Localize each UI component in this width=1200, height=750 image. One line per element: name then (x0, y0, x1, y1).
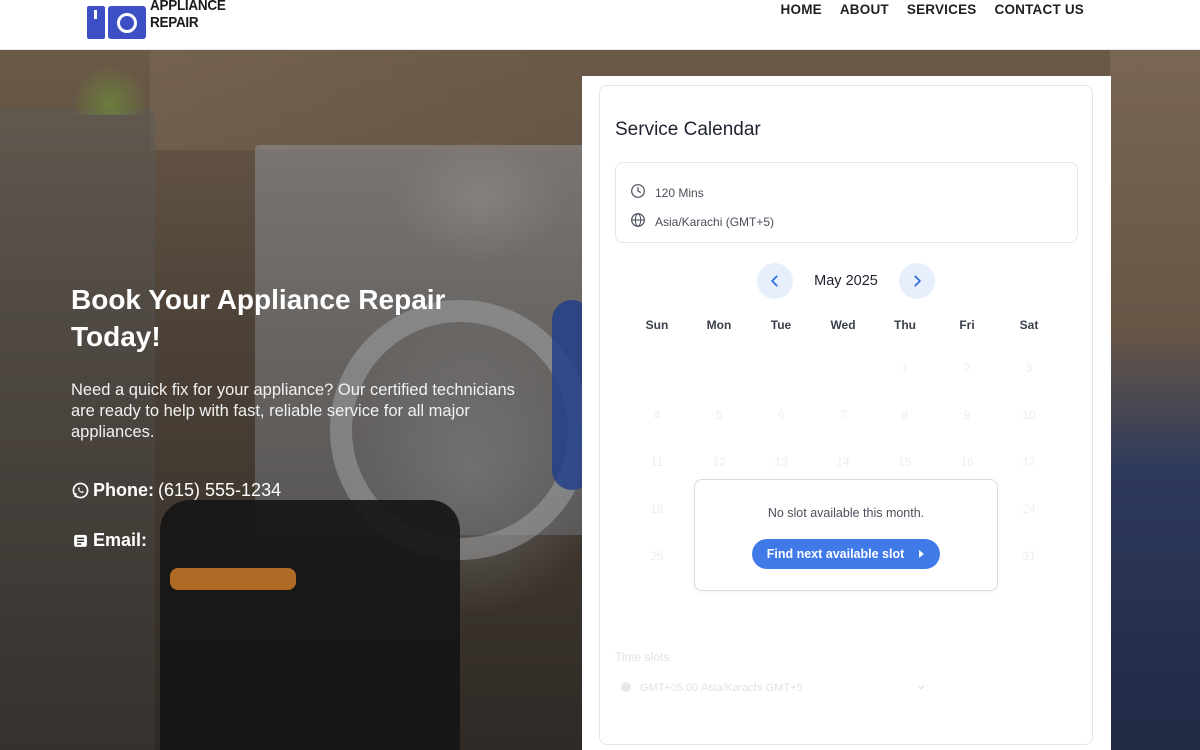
hero-wall-decor (150, 50, 590, 150)
calendar-day: 25 (650, 549, 664, 563)
calendar-day: 15 (898, 455, 912, 469)
calendar-day: 13 (774, 455, 788, 469)
envelope-icon (71, 532, 89, 550)
time-slot-select[interactable]: GMT+05:00 Asia/Karachi GMT+5 (620, 674, 925, 702)
site-header: APPLIANCE REPAIR HOME ABOUT SERVICES CON… (0, 0, 1200, 50)
hero-right-decor (1110, 50, 1200, 750)
calendar-day: 16 (960, 455, 974, 469)
chevron-right-icon (914, 275, 921, 287)
no-slot-message: No slot available this month. (767, 506, 925, 520)
calendar-day: 31 (1022, 549, 1036, 563)
logo-line-2: REPAIR (150, 14, 199, 31)
washer-logo-icon (87, 0, 147, 40)
email-label: Email: (93, 530, 148, 550)
weekday-label: Tue (770, 318, 792, 332)
nav-services[interactable]: SERVICES (907, 2, 977, 17)
logo-line-1: APPLIANCE (150, 0, 226, 14)
globe-icon (630, 212, 646, 231)
nav-home[interactable]: HOME (781, 2, 822, 17)
time-slot-value: GMT+05:00 Asia/Karachi GMT+5 (640, 682, 803, 694)
calendar-day: 8 (901, 408, 909, 422)
calendar-day: 2 (963, 361, 971, 375)
globe-icon (620, 681, 632, 696)
next-month-button[interactable] (899, 263, 935, 299)
clock-icon (630, 183, 646, 202)
calendar-day: 17 (1022, 455, 1036, 469)
calendar-day: 1 (901, 361, 909, 375)
phone-label: Phone: (93, 480, 154, 500)
weekday-label: Sun (645, 318, 669, 332)
no-slot-popup (694, 479, 998, 591)
previous-month-button[interactable] (757, 263, 793, 299)
whatsapp-icon (71, 482, 89, 500)
calendar-day: 9 (963, 408, 971, 422)
hero-plant-decor (75, 60, 145, 115)
weekday-label: Wed (830, 318, 856, 332)
main-nav: HOME ABOUT SERVICES CONTACT US (781, 2, 1084, 17)
find-next-slot-button[interactable]: Find next available slot (752, 539, 940, 569)
calendar-day: 6 (777, 408, 785, 422)
calendar-day: 5 (715, 408, 723, 422)
calendar-day: 3 (1025, 361, 1033, 375)
calendar-day: 18 (650, 502, 664, 516)
nav-contact-us[interactable]: CONTACT US (995, 2, 1085, 17)
logo-text: APPLIANCE REPAIR (150, 0, 226, 31)
calendar-day: 24 (1022, 502, 1036, 516)
weekday-label: Fri (959, 318, 975, 332)
timezone-row: Asia/Karachi (GMT+5) (630, 212, 774, 231)
duration-row: 120 Mins (630, 183, 704, 202)
site-logo[interactable]: APPLIANCE REPAIR (87, 0, 234, 40)
hero-title: Book Your Appliance Repair Today! (71, 284, 446, 352)
calendar-day: 11 (650, 455, 664, 469)
find-next-slot-label: Find next available slot (766, 547, 905, 561)
hero-toolbox-decor (160, 500, 460, 750)
weekday-label: Mon (706, 318, 732, 332)
hero-description: Need a quick fix for your appliance? Our… (71, 381, 515, 441)
email-row: Email: (71, 530, 147, 551)
calendar-day: 14 (836, 455, 850, 469)
current-month-label: May 2025 (814, 273, 878, 289)
weekday-label: Sat (1019, 318, 1039, 332)
duration-text: 120 Mins (655, 185, 704, 200)
weekday-header: Sun Mon Tue Wed Thu Fri Sat (626, 318, 1060, 332)
timezone-text: Asia/Karachi (GMT+5) (655, 214, 775, 229)
calendar-title: Service Calendar (615, 119, 761, 140)
calendar-day: 7 (839, 408, 847, 422)
weekday-label: Thu (894, 318, 916, 332)
caret-right-icon (919, 550, 925, 558)
chevron-left-icon (771, 275, 778, 287)
phone-value[interactable]: (615) 555-1234 (158, 480, 281, 501)
calendar-day: 4 (653, 408, 661, 422)
month-navigation: May 2025 (757, 263, 935, 299)
phone-row: Phone: (615) 555-1234 (71, 480, 281, 501)
nav-about[interactable]: ABOUT (840, 2, 889, 17)
calendar-day: 10 (1022, 408, 1036, 422)
hero-toolbox-handle-decor (170, 568, 296, 590)
time-slots-label: Time slots (615, 650, 670, 664)
calendar-day: 12 (712, 455, 726, 469)
chevron-down-icon (917, 682, 925, 694)
